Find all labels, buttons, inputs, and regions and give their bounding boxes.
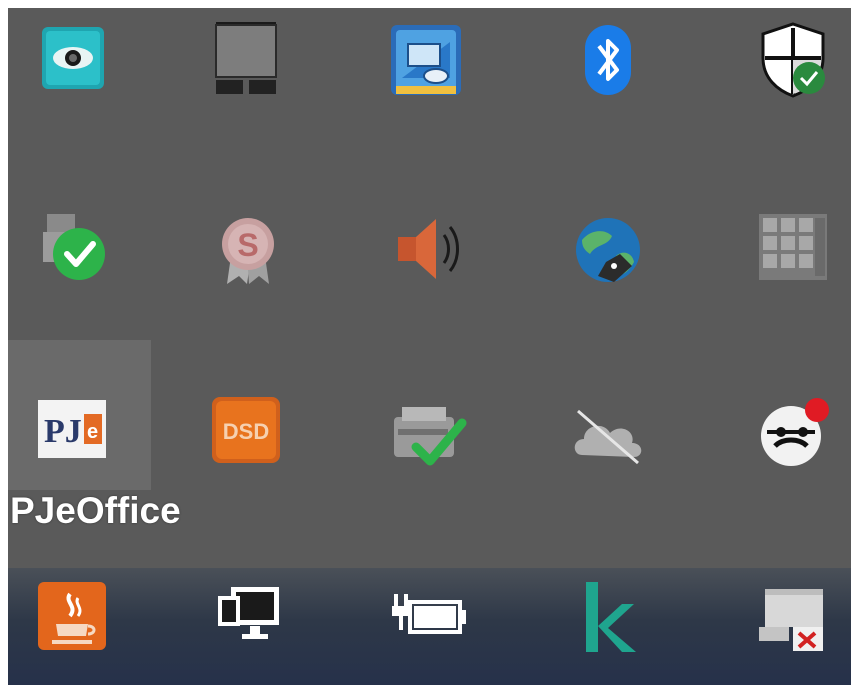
sync-check-icon[interactable]: [8, 206, 143, 326]
volume-icon[interactable]: [358, 213, 498, 333]
keypad-grid-icon[interactable]: [723, 206, 851, 326]
svg-text:e: e: [87, 421, 98, 443]
dsd-icon[interactable]: DSD: [176, 393, 316, 513]
svg-text:S: S: [237, 227, 258, 263]
onedrive-offline-icon[interactable]: [538, 403, 678, 523]
intel-graphics-icon[interactable]: [356, 22, 496, 142]
svg-text:DSD: DSD: [223, 419, 269, 444]
windows-security-icon[interactable]: [723, 20, 851, 140]
printer-check-icon[interactable]: [358, 401, 498, 521]
k-app-icon[interactable]: [538, 578, 678, 685]
notification-tray-overflow: S PJ e DSD PJeOffice: [8, 8, 851, 685]
bluetooth-icon[interactable]: [538, 22, 678, 142]
battery-charging-icon[interactable]: [358, 586, 498, 685]
display-switch-icon[interactable]: [176, 20, 316, 140]
svg-text:PJ: PJ: [44, 413, 82, 450]
certificate-s-icon[interactable]: S: [178, 208, 318, 328]
usb-device-icon[interactable]: [723, 583, 851, 685]
java-icon[interactable]: [8, 578, 142, 685]
pjeoffice-tooltip: PJeOffice: [10, 490, 181, 531]
mascot-notification-icon[interactable]: [723, 392, 851, 512]
vpn-globe-icon[interactable]: [538, 210, 678, 330]
eye-monitor-icon[interactable]: [8, 23, 143, 143]
network-icon[interactable]: [178, 582, 318, 685]
